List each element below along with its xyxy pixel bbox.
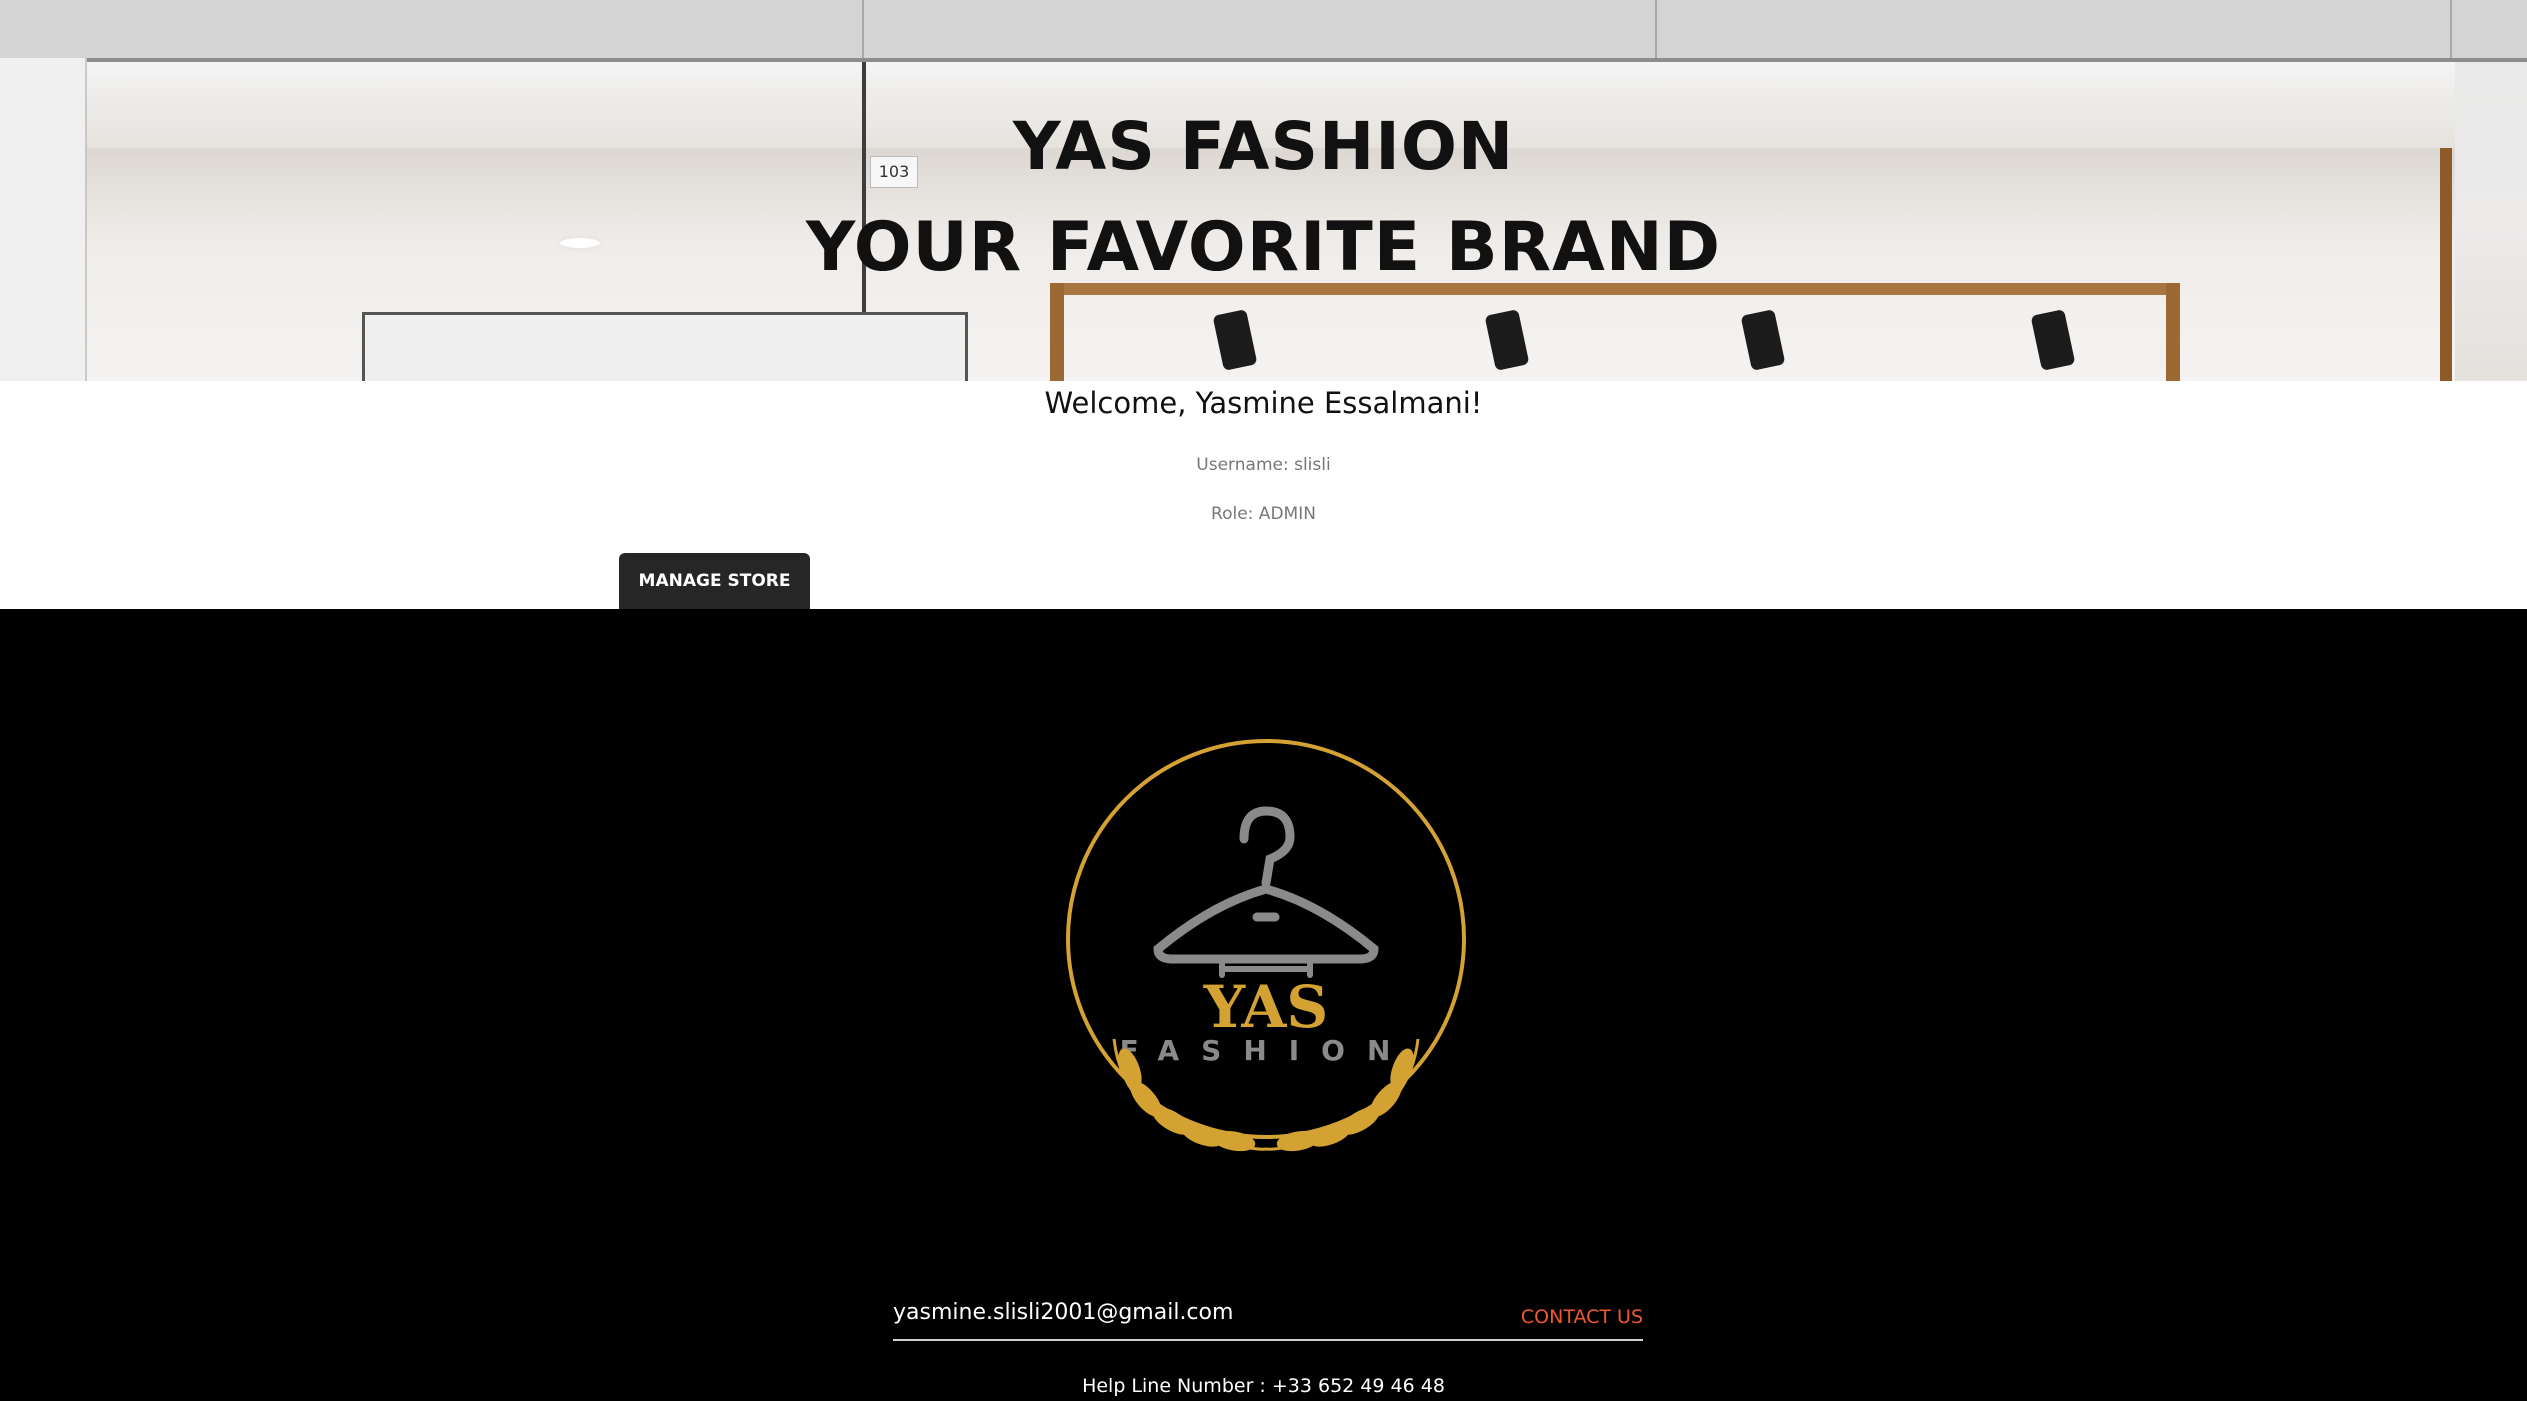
hero-facade-seam [1655,0,1657,58]
role-text: Role: ADMIN [1211,504,1316,524]
profile-section: Welcome, Yasmine Essalmani! Username: sl… [0,381,2527,609]
hero-display-post [2166,283,2180,381]
username-text: Username: slisli [1196,455,1331,475]
footer: YAS FASHION yasmine.slisli2001@gmail.com… [0,609,2527,1401]
hero-store-door [362,312,968,381]
contact-row: yasmine.slisli2001@gmail.com CONTACT US [893,1289,1643,1341]
welcome-message: Welcome, Yasmine Essalmani! [1044,386,1483,420]
helpline-number: Help Line Number : +33 652 49 46 48 [1082,1375,1445,1397]
logo-sub-text: FASHION [1120,1034,1413,1067]
hero-banner: 103 YAS FASHION YOUR FAVORITE BRAND [0,0,2527,381]
contact-us-link[interactable]: CONTACT US [1521,1297,1643,1337]
manage-store-button[interactable]: MANAGE STORE [619,553,810,609]
brand-logo: YAS FASHION [1066,739,1466,1152]
logo-brand-text: YAS [1203,973,1329,1041]
contact-email: yasmine.slisli2001@gmail.com [893,1300,1234,1325]
hero-facade-seam [2450,0,2452,58]
hanger-icon [1153,806,1379,978]
hero-title: YAS FASHION [1012,108,1515,185]
hero-facade-seam [862,0,864,58]
hero-subtitle: YOUR FAVORITE BRAND [805,208,1722,287]
hero-facade-band [0,0,2527,62]
hero-display-post [1050,283,1064,381]
